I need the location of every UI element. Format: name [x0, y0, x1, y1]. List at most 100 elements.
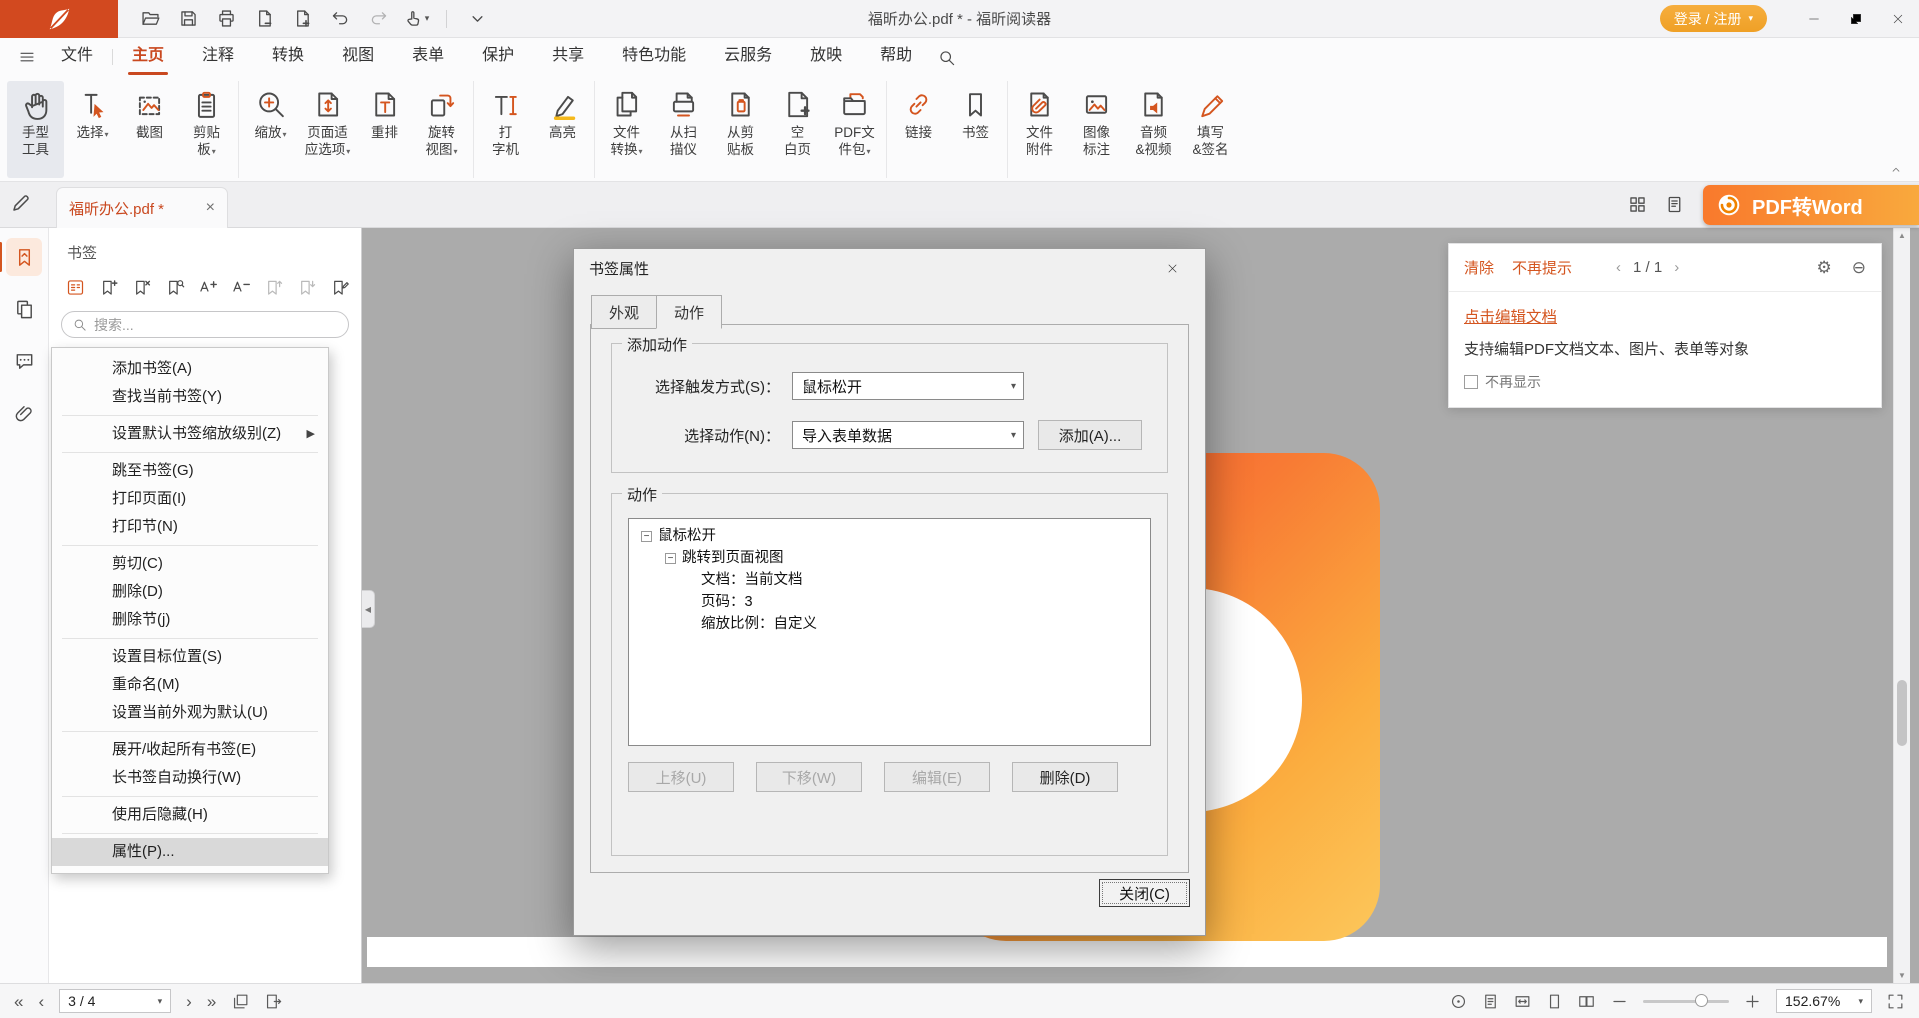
ribbon-tool-attachment[interactable]: 文件附件 [1011, 81, 1068, 178]
scroll-down-icon[interactable]: ▼ [1894, 971, 1910, 980]
context-menu-item[interactable]: 设置当前外观为默认(U) [52, 699, 328, 727]
undo-button[interactable] [324, 5, 356, 33]
action-tree-row[interactable]: 文档：当前文档 [629, 569, 1150, 591]
dont-show-checkbox-row[interactable]: 不再显示 [1464, 372, 1866, 392]
zoom-in-icon[interactable] [1743, 992, 1762, 1011]
restore-button[interactable] [1835, 0, 1877, 38]
menu-item-12[interactable]: 帮助 [861, 38, 931, 76]
print-button[interactable] [210, 5, 242, 33]
collapse-circle-icon[interactable]: ⊖ [1852, 258, 1866, 278]
gear-icon[interactable]: ⚙ [1817, 258, 1832, 278]
bookmark-edit-button[interactable] [327, 275, 351, 299]
trigger-select[interactable]: 鼠标松开 ▾ [792, 372, 1024, 400]
fit-width-icon[interactable] [1513, 992, 1532, 1011]
document-tab[interactable]: 福昕办公.pdf * × [56, 187, 228, 228]
context-menu-item[interactable]: 跳至书签(G) [52, 457, 328, 485]
action-tree-row[interactable]: −跳转到页面视图 [629, 547, 1150, 569]
ribbon-tool-link[interactable]: 链接 [890, 81, 947, 178]
context-menu-item[interactable]: 重命名(M) [52, 671, 328, 699]
pencil-icon[interactable] [9, 191, 33, 215]
find-bookmark-button[interactable] [162, 275, 186, 299]
login-register-button[interactable]: 登录 / 注册 ▾ [1660, 5, 1767, 32]
page-minus-button[interactable] [248, 5, 280, 33]
tree-collapse-icon[interactable]: − [665, 553, 676, 564]
save-button[interactable] [172, 5, 204, 33]
pager-next-icon[interactable]: › [1674, 259, 1679, 276]
context-menu-item[interactable]: 删除(D) [52, 578, 328, 606]
ribbon-tool-from-clipboard[interactable]: 从剪贴板 [712, 81, 769, 178]
menu-item-8[interactable]: 共享 [533, 38, 603, 76]
action-U-button[interactable]: 上移(U) [628, 762, 734, 792]
grid-view-icon[interactable] [1627, 194, 1648, 215]
action-select[interactable]: 导入表单数据 ▾ [792, 421, 1024, 449]
ribbon-tool-snapshot-tool[interactable]: 截图 [121, 81, 178, 178]
context-menu-item[interactable]: 打印节(N) [52, 513, 328, 541]
context-menu-item[interactable]: 长书签自动换行(W) [52, 764, 328, 792]
context-menu-item[interactable]: 添加书签(A) [52, 355, 328, 383]
menu-item-6[interactable]: 表单 [393, 38, 463, 76]
next-page-icon[interactable]: › [186, 993, 192, 1010]
ribbon-tool-hand-tool[interactable]: 手型工具 [7, 81, 64, 178]
fit-page-status-icon[interactable] [1481, 992, 1500, 1011]
close-button[interactable] [1877, 0, 1919, 38]
tab-actions[interactable]: 动作 [656, 295, 722, 329]
menu-item-10[interactable]: 云服务 [705, 38, 791, 76]
ribbon-tool-highlight[interactable]: 高亮 [534, 81, 591, 178]
dont-prompt-link[interactable]: 不再提示 [1512, 257, 1572, 278]
fullscreen-icon[interactable] [1886, 992, 1905, 1011]
move-up-button[interactable] [261, 275, 285, 299]
dialog-close-button[interactable]: 关闭(C) [1099, 879, 1190, 907]
ribbon-tool-fill-sign[interactable]: 填写&签名 [1182, 81, 1239, 178]
action-D-button[interactable]: 删除(D) [1012, 762, 1118, 792]
sidebar-comments-panel[interactable] [6, 342, 42, 380]
pager-prev-icon[interactable]: ‹ [1616, 259, 1621, 276]
action-tree-row[interactable]: 页码：3 [629, 591, 1150, 613]
menu-item-4[interactable]: 转换 [253, 38, 323, 76]
scroll-up-icon[interactable]: ▲ [1894, 231, 1910, 240]
customize-toolbar-button[interactable] [461, 5, 493, 33]
sidebar-attachments-panel[interactable] [6, 394, 42, 432]
facing-pages-icon[interactable] [1577, 992, 1596, 1011]
search-icon[interactable] [937, 48, 956, 67]
bookmark-list-button[interactable] [63, 275, 87, 299]
ribbon-tool-scanner[interactable]: 从扫描仪 [655, 81, 712, 178]
clear-link[interactable]: 清除 [1464, 257, 1494, 278]
ribbon-tool-zoom-tool[interactable]: 缩放▾ [242, 81, 299, 178]
panel-collapse-handle[interactable]: ◀ [362, 590, 375, 628]
scrollbar-thumb[interactable] [1897, 680, 1907, 746]
redo-button[interactable] [362, 5, 394, 33]
menu-item-3[interactable]: 注释 [183, 38, 253, 76]
ribbon-tool-reflow[interactable]: 重排 [356, 81, 413, 178]
zoom-out-icon[interactable] [1610, 992, 1629, 1011]
context-menu-item[interactable]: 打印页面(I) [52, 485, 328, 513]
context-menu-item[interactable]: 设置目标位置(S) [52, 643, 328, 671]
add-action-button[interactable]: 添加(A)... [1038, 420, 1142, 450]
tab-close-icon[interactable]: × [206, 200, 215, 216]
menu-icon[interactable] [12, 48, 42, 66]
vertical-scrollbar[interactable]: ▲ ▼ [1893, 228, 1910, 983]
ribbon-tool-convert[interactable]: 文件转换▾ [598, 81, 655, 178]
menu-item-5[interactable]: 视图 [323, 38, 393, 76]
app-logo[interactable] [0, 0, 118, 38]
page-number-box[interactable]: 3 / 4 ▾ [59, 989, 171, 1013]
menu-item-11[interactable]: 放映 [791, 38, 861, 76]
menu-item-1[interactable]: 文件 [42, 38, 112, 76]
tab-appearance[interactable]: 外观 [591, 295, 657, 329]
bookmark-search-input[interactable] [94, 317, 338, 333]
delete-bookmark-button[interactable] [129, 275, 153, 299]
ribbon-tool-bookmark-ribbon[interactable]: 书签 [947, 81, 1004, 178]
minimize-button[interactable] [1793, 0, 1835, 38]
ribbon-tool-fit-page-options[interactable]: 页面适应选项▾ [299, 81, 356, 178]
ribbon-tool-rotate-view[interactable]: 旋转视图▾ [413, 81, 470, 178]
zoom-level-box[interactable]: 152.67% ▾ [1776, 989, 1872, 1013]
ribbon-tool-typewriter[interactable]: 打字机 [477, 81, 534, 178]
ribbon-tool-clipboard[interactable]: 剪贴板▾ [178, 81, 235, 178]
context-menu-item[interactable]: 查找当前书签(Y) [52, 383, 328, 411]
actions-tree[interactable]: −鼠标松开−跳转到页面视图文档：当前文档页码：3缩放比例：自定义 [628, 518, 1151, 746]
hand-pointer-button[interactable]: ▾ [400, 5, 432, 33]
action-E-button[interactable]: 编辑(E) [884, 762, 990, 792]
action-tree-row[interactable]: −鼠标松开 [629, 525, 1150, 547]
ribbon-tool-image-annotation[interactable]: 图像标注 [1068, 81, 1125, 178]
actual-size-icon[interactable] [1449, 992, 1468, 1011]
dialog-title-bar[interactable]: 书签属性 [574, 249, 1205, 287]
